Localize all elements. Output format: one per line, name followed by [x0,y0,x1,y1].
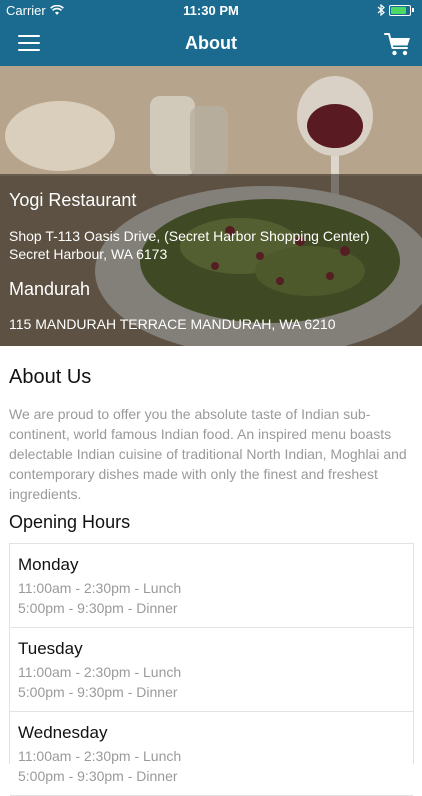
lunch-hours: 11:00am - 2:30pm - Lunch [18,580,182,596]
address-line-2: Secret Harbour, WA 6173 [9,246,168,262]
hero-banner: Yogi Restaurant Shop T-113 Oasis Drive, … [0,66,422,346]
lunch-hours: 11:00am - 2:30pm - Lunch [18,664,182,680]
hours-row-tuesday: Tuesday 11:00am - 2:30pm - Lunch 5:00pm … [10,628,413,712]
opening-hours-list: Monday 11:00am - 2:30pm - Lunch 5:00pm -… [9,543,414,796]
shopping-cart-icon[interactable] [384,30,412,58]
restaurant-name: Yogi Restaurant [9,190,137,210]
about-heading: About Us [9,366,92,388]
day-label: Wednesday [18,723,108,742]
address-line-1: Shop T-113 Oasis Drive, (Secret Harbor S… [9,228,370,244]
hours-row-monday: Monday 11:00am - 2:30pm - Lunch 5:00pm -… [10,544,413,628]
dinner-hours: 5:00pm - 9:30pm - Dinner [18,600,178,616]
dinner-hours: 5:00pm - 9:30pm - Dinner [18,768,178,784]
page-title: About [185,33,237,53]
nav-bar: About [0,22,422,66]
status-time: 11:30 PM [183,3,239,18]
second-location-name: Mandurah [9,279,91,299]
day-label: Tuesday [18,639,83,658]
battery-icon [377,4,414,16]
day-label: Monday [18,555,79,574]
second-location-address: 115 MANDURAH TERRACE MANDURAH, WA 6210 [9,316,336,332]
dinner-hours: 5:00pm - 9:30pm - Dinner [18,684,178,700]
opening-hours-heading: Opening Hours [9,512,131,532]
bluetooth-icon [377,4,385,16]
restaurant-address: Shop T-113 Oasis Drive, (Secret Harbor S… [9,227,409,263]
status-bar: Carrier 11:30 PM [0,0,422,22]
hours-row-wednesday: Wednesday 11:00am - 2:30pm - Lunch 5:00p… [10,712,413,796]
lunch-hours: 11:00am - 2:30pm - Lunch [18,748,182,764]
about-text: We are proud to offer you the absolute t… [9,406,407,502]
